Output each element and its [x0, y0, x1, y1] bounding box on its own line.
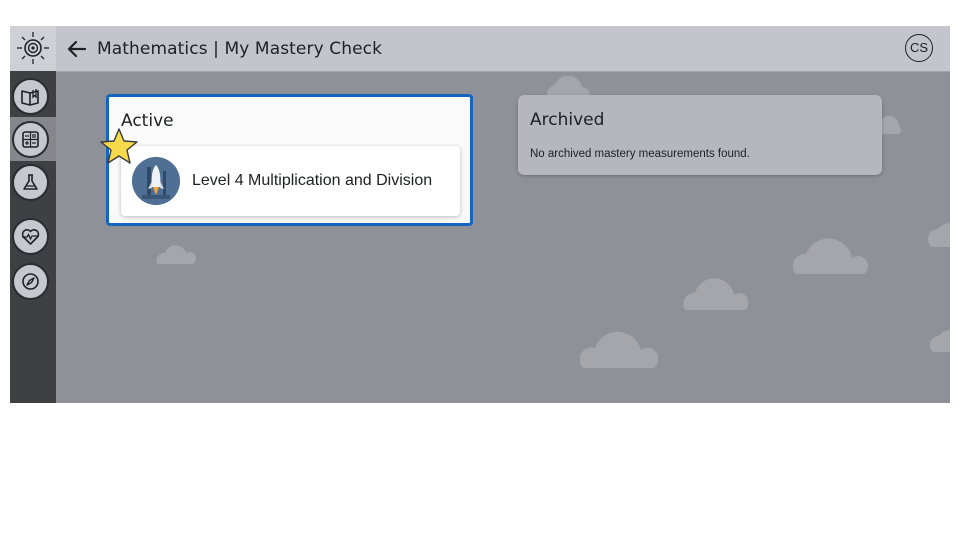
active-panel: Active Level 4 Multiplication and Divisi… [106, 94, 473, 226]
compass-icon [22, 273, 39, 290]
heart-pulse-icon [21, 229, 40, 245]
flask-icon [23, 174, 38, 190]
sidebar [10, 26, 56, 403]
sidebar-item-reading[interactable] [12, 78, 49, 115]
cloud-decoration [792, 238, 868, 274]
sidebar-item-math[interactable] [12, 121, 49, 158]
app-window: Mathematics | My Mastery Check CS Active… [10, 26, 950, 403]
sidebar-item-explore[interactable] [12, 263, 49, 300]
user-avatar[interactable]: CS [905, 34, 933, 62]
archived-empty-message: No archived mastery measurements found. [530, 148, 750, 160]
cloud-decoration [156, 245, 196, 264]
arrow-left-icon[interactable] [66, 38, 88, 60]
page-title: Mathematics | My Mastery Check [97, 39, 383, 59]
mastery-check-title: Level 4 Multiplication and Division [192, 172, 433, 189]
cloud-decoration [928, 223, 950, 247]
sidebar-item-health[interactable] [12, 218, 49, 255]
cloud-decoration [930, 330, 950, 352]
cloud-decoration [683, 278, 748, 310]
archived-panel: Archived No archived mastery measurement… [518, 95, 882, 175]
calculator-icon [22, 131, 39, 148]
sidebar-item-science[interactable] [12, 164, 49, 201]
archived-panel-title: Archived [530, 110, 605, 130]
book-icon [21, 89, 39, 106]
cloud-decoration [580, 331, 658, 368]
top-bar: Mathematics | My Mastery Check CS [56, 26, 950, 72]
star-icon [100, 128, 138, 164]
mastery-check-card[interactable]: Level 4 Multiplication and Division [121, 146, 460, 216]
app-logo[interactable] [10, 26, 56, 71]
sun-swirl-logo-icon [17, 32, 49, 64]
